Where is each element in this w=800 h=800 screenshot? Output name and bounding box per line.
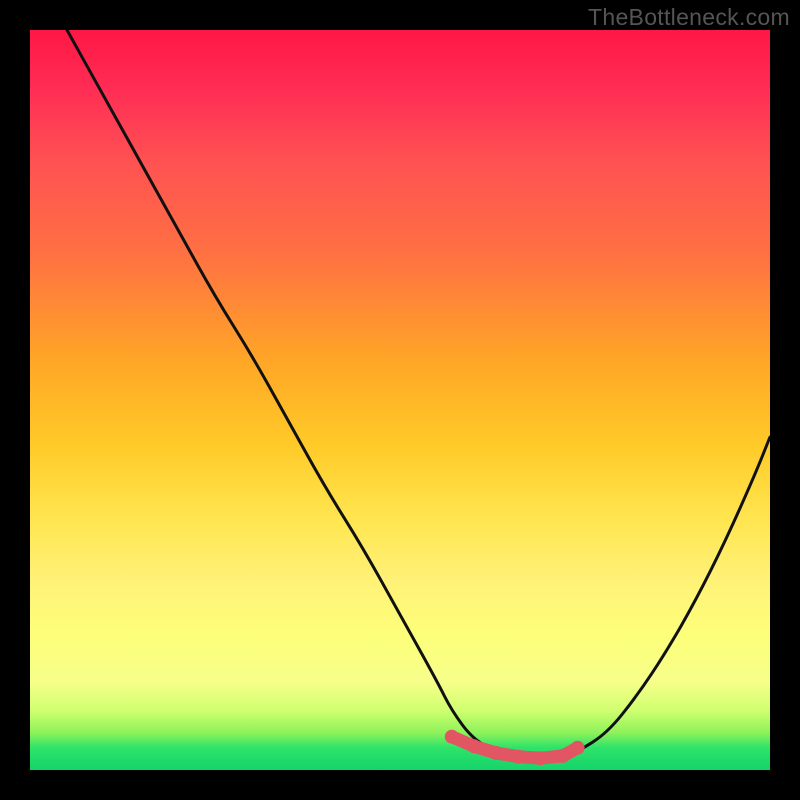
optimal-point-marker: [556, 749, 570, 763]
chart-frame: TheBottleneck.com: [0, 0, 800, 800]
optimal-range-line: [452, 737, 578, 759]
optimal-point-marker: [467, 739, 481, 753]
watermark-text: TheBottleneck.com: [588, 4, 790, 31]
optimal-point-marker: [571, 741, 585, 755]
optimal-range-markers: [445, 730, 585, 766]
optimal-point-marker: [511, 750, 525, 764]
plot-area: [30, 30, 770, 770]
optimal-point-marker: [445, 730, 459, 744]
optimal-point-marker: [534, 751, 548, 765]
bottleneck-curve: [67, 30, 770, 760]
optimal-point-marker: [489, 746, 503, 760]
curve-layer: [30, 30, 770, 770]
